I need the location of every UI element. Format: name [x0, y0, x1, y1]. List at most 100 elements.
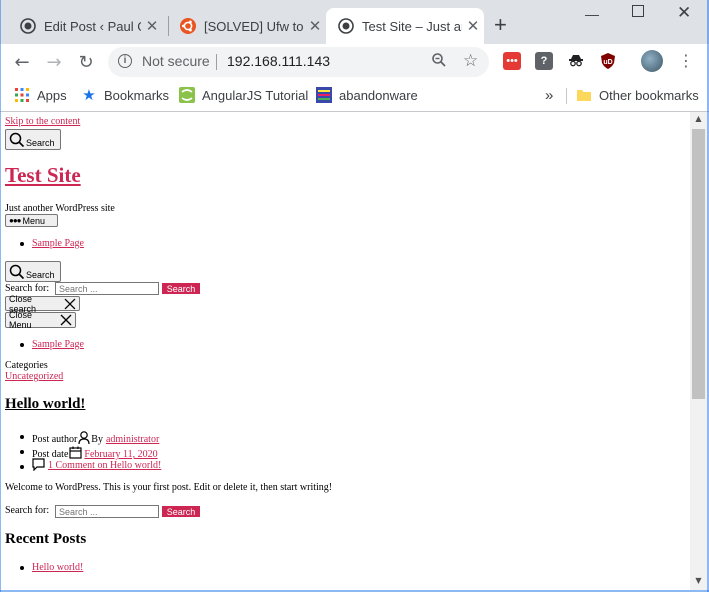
- post-author-link[interactable]: administrator: [106, 434, 159, 445]
- abandonware-icon: [316, 87, 332, 103]
- close-icon[interactable]: ✕: [462, 17, 484, 35]
- info-icon[interactable]: i: [118, 54, 132, 68]
- site-description: Just another WordPress site: [5, 203, 115, 214]
- post-content: Welcome to WordPress. This is your first…: [5, 482, 333, 493]
- zoom-icon[interactable]: [431, 52, 447, 71]
- toolbar: ← → ↻ i Not secure 192.168.111.143 ☆ •••…: [0, 44, 709, 80]
- bookmark-angularjs[interactable]: AngularJS Tutorial: [179, 86, 308, 104]
- ublock-icon[interactable]: uD: [599, 52, 617, 70]
- search-icon: [9, 264, 25, 279]
- folder-icon: [576, 87, 592, 103]
- window-close-button[interactable]: ✕: [677, 3, 691, 23]
- close-menu-label: Close Menu: [9, 310, 33, 330]
- vertical-scrollbar[interactable]: ▲ ▼: [690, 112, 707, 590]
- tab-edit-post[interactable]: Edit Post ‹ Paul Ge ✕: [8, 8, 163, 44]
- security-label[interactable]: Not secure: [142, 53, 210, 69]
- reload-icon: ↻: [78, 51, 94, 73]
- tab-strip: Edit Post ‹ Paul Ge ✕ [SOLVED] Ufw to l …: [0, 0, 709, 47]
- scrollbar-thumb[interactable]: [692, 129, 705, 399]
- search-submit-button[interactable]: Search: [162, 283, 200, 294]
- bookmark-bookmarks[interactable]: ★ Bookmarks: [81, 86, 169, 104]
- menu-toggle-button[interactable]: ●●● Menu: [5, 214, 58, 227]
- search-submit-button[interactable]: Search: [162, 506, 200, 517]
- minimize-button[interactable]: —: [585, 6, 599, 22]
- close-menu-button[interactable]: Close Menu: [5, 310, 76, 330]
- skip-link[interactable]: Skip to the content: [5, 116, 80, 127]
- close-icon: [64, 298, 76, 309]
- bookmark-label: AngularJS Tutorial: [202, 87, 309, 103]
- user-icon: [78, 431, 90, 445]
- maximize-icon: [632, 5, 644, 17]
- wordpress-icon: [20, 18, 36, 34]
- post-comments-meta: 1 Comment on Hello world!: [32, 458, 161, 471]
- category-link[interactable]: Uncategorized: [5, 371, 63, 382]
- menu-kebab-icon[interactable]: ⋮: [678, 51, 694, 71]
- dots-icon: ●●●: [9, 216, 21, 225]
- forward-button[interactable]: →: [42, 50, 66, 74]
- scroll-down-arrow-icon[interactable]: ▼: [690, 576, 707, 585]
- close-icon[interactable]: ✕: [141, 17, 163, 35]
- close-icon: [60, 314, 72, 326]
- bookmark-abandonware[interactable]: abandonware: [316, 86, 418, 104]
- wordpress-icon: [338, 18, 354, 34]
- incognito-extension-icon[interactable]: [567, 52, 585, 70]
- tab-test-site[interactable]: Test Site – Just an ✕: [326, 8, 484, 44]
- help-extension-icon[interactable]: ?: [535, 52, 553, 70]
- scroll-up-arrow-icon[interactable]: ▲: [690, 114, 707, 123]
- nav-item-sample-page[interactable]: Sample Page: [32, 238, 84, 249]
- reload-button[interactable]: ↻: [74, 50, 98, 74]
- nav-item-sample-page-2[interactable]: Sample Page: [32, 339, 84, 350]
- close-search-button[interactable]: Close search: [5, 294, 80, 314]
- divider: [216, 54, 217, 70]
- search-toggle-button-2[interactable]: Search: [5, 261, 61, 282]
- lastpass-icon[interactable]: •••: [503, 52, 521, 70]
- new-tab-button[interactable]: +: [494, 14, 507, 36]
- ubuntu-icon: [180, 18, 196, 34]
- list-bullet: [20, 242, 24, 246]
- angular-icon: [179, 87, 195, 103]
- tab-title: Test Site – Just an: [362, 18, 462, 34]
- bookmarks-bar: Apps ★ Bookmarks AngularJS Tutorial aban…: [0, 80, 709, 112]
- maximize-button[interactable]: [632, 4, 644, 20]
- apps-grid-icon: [14, 87, 30, 103]
- svg-text:uD: uD: [603, 59, 612, 66]
- menu-toggle-label: Menu: [22, 215, 46, 226]
- divider: [566, 88, 567, 104]
- post-author-label: Post author: [32, 434, 78, 445]
- list-bullet: [20, 566, 24, 570]
- bookmark-apps[interactable]: Apps: [14, 86, 67, 104]
- url-text[interactable]: 192.168.111.143: [227, 53, 330, 69]
- search-label: Search for:: [5, 283, 50, 294]
- search-toggle-label: Search: [26, 269, 55, 280]
- bookmark-star-icon[interactable]: ☆: [463, 51, 478, 71]
- search-input[interactable]: Search ...: [55, 505, 159, 518]
- close-icon[interactable]: ✕: [304, 17, 326, 35]
- search-toggle-button[interactable]: Search: [5, 129, 61, 150]
- page-viewport: Skip to the content Search Test Site Jus…: [0, 112, 690, 590]
- list-bullet: [20, 435, 24, 439]
- search-input[interactable]: Search ...: [55, 282, 159, 295]
- post-author-meta: Post author By administrator: [32, 431, 159, 445]
- bookmark-label: Bookmarks: [104, 87, 170, 103]
- site-title[interactable]: Test Site: [5, 163, 81, 188]
- search-icon: [9, 132, 25, 147]
- comment-icon: [32, 458, 45, 471]
- recent-posts-heading: Recent Posts: [5, 531, 87, 547]
- bookmark-label: Other bookmarks: [599, 87, 699, 103]
- list-bullet: [20, 450, 24, 454]
- post-title[interactable]: Hello world!: [5, 396, 85, 413]
- comments-link[interactable]: 1 Comment on Hello world!: [48, 460, 161, 471]
- bookmark-other[interactable]: Other bookmarks: [576, 86, 699, 104]
- back-arrow-icon: ←: [14, 51, 30, 73]
- address-bar[interactable]: i Not secure 192.168.111.143 ☆: [108, 47, 489, 77]
- bookmark-label: Apps: [37, 87, 67, 103]
- tab-solved-ufw[interactable]: [SOLVED] Ufw to l ✕: [168, 8, 326, 44]
- recent-post-link[interactable]: Hello world!: [32, 562, 83, 573]
- bookmarks-overflow-button[interactable]: »: [545, 86, 553, 104]
- list-bullet: [20, 343, 24, 347]
- search-toggle-label: Search: [26, 137, 55, 148]
- search-label: Search for:: [5, 505, 50, 516]
- back-button[interactable]: ←: [10, 50, 34, 74]
- profile-avatar[interactable]: [641, 50, 663, 72]
- tab-title: [SOLVED] Ufw to l: [204, 18, 304, 34]
